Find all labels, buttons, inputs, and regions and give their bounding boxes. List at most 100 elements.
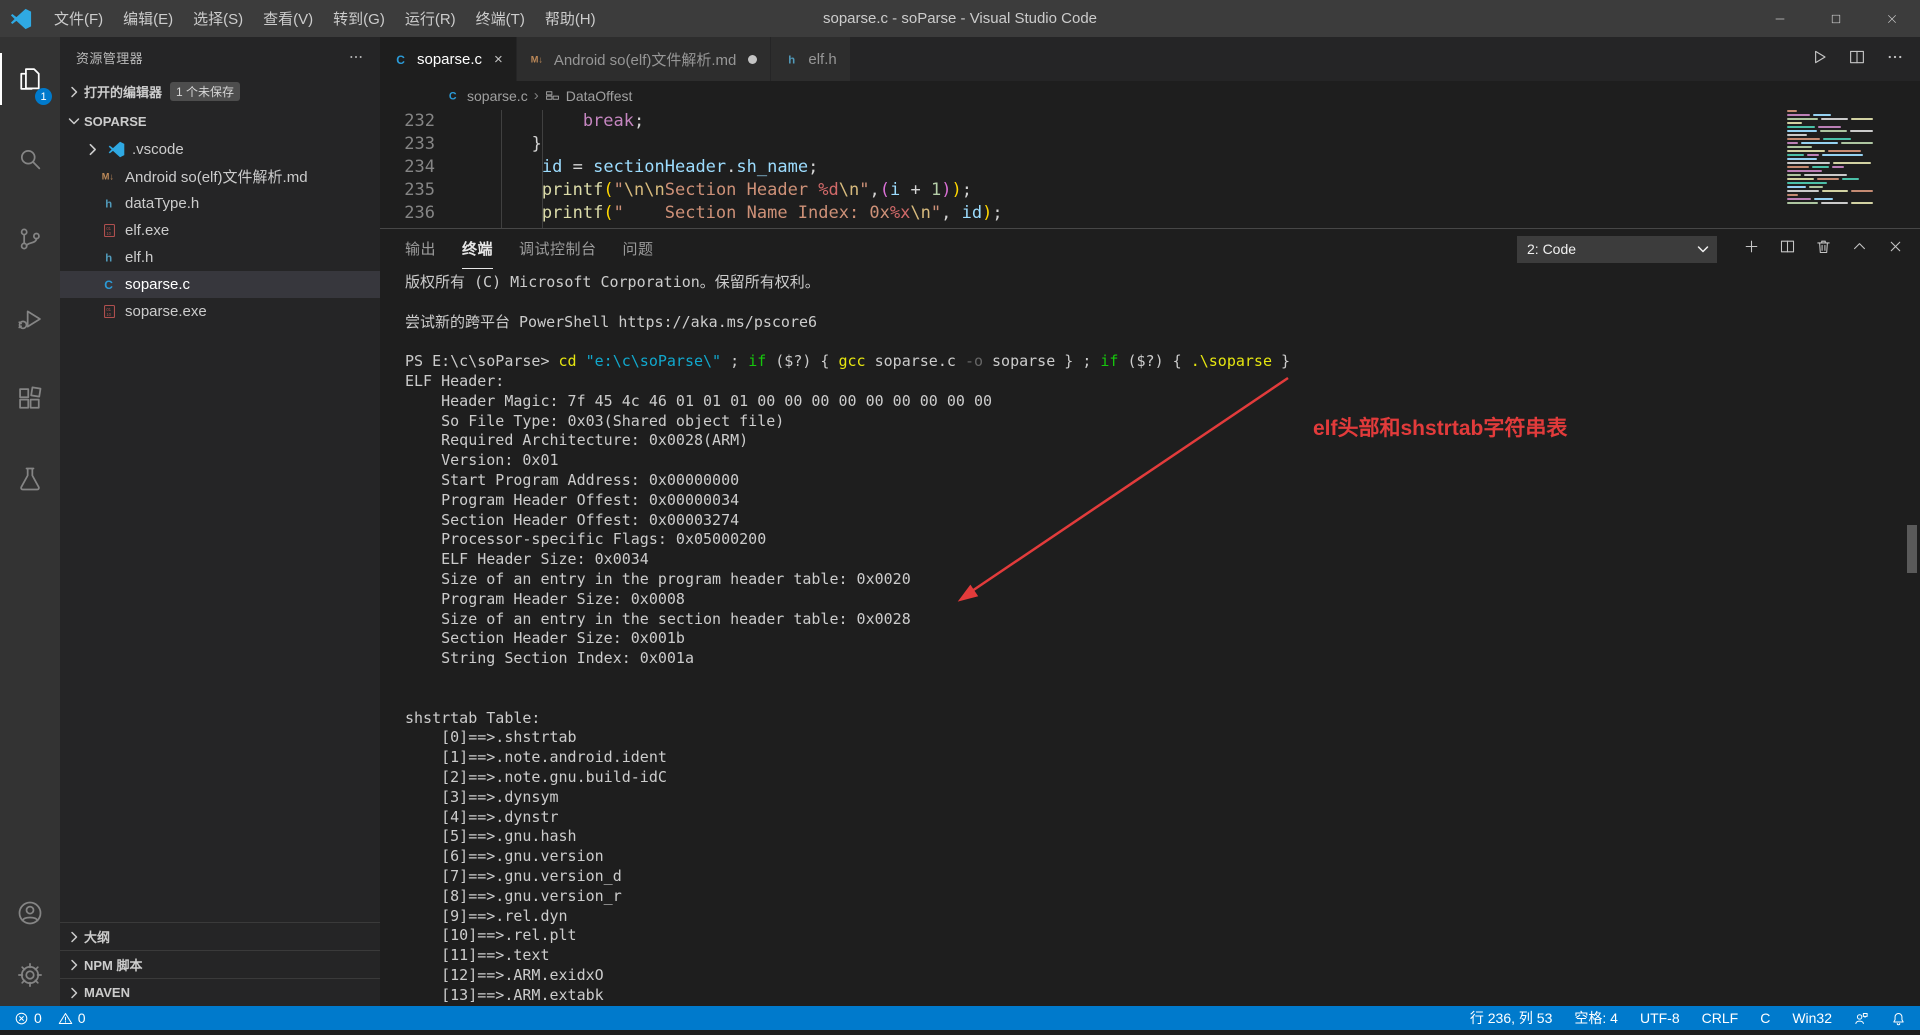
terminal-line: [4]==>.dynstr — [405, 807, 559, 826]
minimap-bar — [1787, 150, 1825, 152]
activity-badge: 1 — [35, 88, 52, 105]
close-button[interactable] — [1864, 0, 1920, 37]
menu-item[interactable]: 查看(V) — [253, 0, 323, 37]
tab[interactable]: Csoparse.c × — [380, 37, 517, 81]
status-item[interactable]: C — [1760, 1010, 1770, 1026]
warning-status[interactable]: 0 — [58, 1010, 86, 1026]
code-line: 236 printf(" Section Name Index: 0x%x\n"… — [380, 202, 1920, 225]
activity-extensions[interactable] — [0, 359, 60, 439]
tab-label: elf.h — [808, 50, 837, 68]
close-icon[interactable]: × — [494, 52, 503, 67]
status-text: UTF-8 — [1639, 1010, 1680, 1026]
close-panel-icon — [1887, 238, 1904, 255]
tab[interactable]: h elf.h — [771, 37, 851, 81]
feedback-status[interactable] — [1854, 1011, 1869, 1026]
chevron-right-icon — [66, 957, 82, 973]
maximize-icon — [1829, 12, 1843, 26]
svg-text:h: h — [105, 252, 112, 264]
more-actions-icon — [1886, 48, 1904, 66]
more-actions-icon[interactable] — [348, 49, 364, 65]
minimap-bar — [1787, 194, 1798, 196]
status-text: Win32 — [1792, 1010, 1832, 1026]
svg-text:01: 01 — [106, 307, 111, 312]
bell-icon — [1891, 1011, 1906, 1026]
activity-files[interactable]: 1 — [0, 39, 60, 119]
maximize-button[interactable] — [1808, 0, 1864, 37]
panel-tab-调试控制台[interactable]: 调试控制台 — [519, 229, 597, 269]
activity-settings-gear[interactable] — [0, 944, 60, 1006]
minimap-line — [1787, 158, 1873, 160]
open-editors-section[interactable]: 打开的编辑器 1 个未保存 — [60, 77, 380, 106]
menu-item[interactable]: 转到(G) — [323, 0, 395, 37]
error-status[interactable]: 0 — [14, 1010, 42, 1026]
split-editor-button[interactable] — [1848, 48, 1866, 71]
activity-source-control[interactable] — [0, 199, 60, 279]
split-terminal-button[interactable] — [1779, 238, 1796, 260]
menu-item[interactable]: 运行(R) — [395, 0, 466, 37]
status-item[interactable]: 空格: 4 — [1574, 1008, 1618, 1028]
file-row[interactable]: 01 10 elf.exe — [60, 217, 380, 244]
menu-item[interactable]: 帮助(H) — [535, 0, 606, 37]
minimap-bar — [1787, 154, 1804, 156]
file-row[interactable]: .vscode — [60, 136, 380, 163]
status-item[interactable]: UTF-8 — [1640, 1010, 1680, 1026]
close-panel-button[interactable] — [1887, 238, 1904, 260]
breadcrumb-symbol[interactable]: DataOffest — [566, 88, 633, 104]
minimap-line — [1787, 130, 1874, 132]
panel-tab-输出[interactable]: 输出 — [405, 229, 436, 269]
status-item[interactable]: Win32 — [1792, 1010, 1832, 1026]
minimize-button[interactable] — [1752, 0, 1808, 37]
panel-tab-终端[interactable]: 终端 — [462, 229, 494, 269]
panel-tabs: 输出 终端 调试控制台 问题 — [405, 229, 680, 269]
minimap-bar — [1813, 114, 1831, 116]
activity-test-beaker[interactable] — [0, 439, 60, 519]
file-row[interactable]: M↓ Android so(elf)文件解析.md — [60, 163, 380, 190]
menu-item[interactable]: 编辑(E) — [113, 0, 183, 37]
terminal-picker-dropdown[interactable]: 2: Code — [1517, 235, 1717, 263]
activity-account[interactable] — [0, 882, 60, 944]
sidebar-section[interactable]: NPM 脚本 — [60, 950, 380, 978]
activity-run-debug[interactable] — [0, 279, 60, 359]
sidebar-section[interactable]: MAVEN — [60, 978, 380, 1006]
line-number: 232 — [404, 111, 435, 131]
menu-item[interactable]: 文件(F) — [44, 0, 113, 37]
file-row[interactable]: h elf.h — [60, 244, 380, 271]
terminal-output[interactable]: 版权所有 (C) Microsoft Corporation。保留所有权利。 尝试… — [380, 269, 1920, 1006]
scrollbar-thumb[interactable] — [1907, 525, 1917, 573]
minimap-bar — [1787, 146, 1812, 148]
kill-terminal-button[interactable] — [1815, 238, 1832, 260]
new-terminal-button[interactable] — [1743, 238, 1760, 260]
run-button[interactable] — [1810, 48, 1828, 71]
minimap-line — [1787, 118, 1873, 120]
tab[interactable]: M↓ Android so(elf)文件解析.md — [516, 37, 772, 81]
menu-item[interactable]: 选择(S) — [183, 0, 253, 37]
minimap[interactable] — [1787, 110, 1874, 228]
status-left: 00 — [14, 1010, 102, 1026]
minimap-line — [1787, 126, 1873, 128]
project-section[interactable]: SOPARSE — [60, 106, 380, 136]
terminal-line: Section Header Size: 0x001b — [405, 629, 685, 648]
more-actions-button[interactable] — [1886, 48, 1904, 71]
account-icon — [16, 899, 44, 927]
bell-status[interactable] — [1891, 1011, 1906, 1026]
terminal-line: String Section Index: 0x001a — [405, 649, 694, 668]
status-item[interactable]: CRLF — [1702, 1010, 1739, 1026]
sidebar-section[interactable]: 大纲 — [60, 922, 380, 950]
file-row[interactable]: 01 10 soparse.exe — [60, 298, 380, 325]
file-row[interactable]: h dataType.h — [60, 190, 380, 217]
tabs: Csoparse.c × M↓ Android so(elf)文件解析.md h elf.… — [380, 37, 851, 81]
breadcrumb[interactable]: C soparse.c › DataOffest — [380, 81, 1920, 110]
file-row[interactable]: Csoparse.c — [60, 271, 380, 298]
status-item[interactable]: 行 236, 列 53 — [1470, 1008, 1553, 1028]
code-editor[interactable]: 232 break; 233 } 234 id = sectionHeader.sh… — [380, 110, 1920, 228]
code-text: id = sectionHeader.sh_name; — [541, 157, 819, 177]
activity-search[interactable] — [0, 119, 60, 199]
minimap-bar — [1787, 134, 1807, 136]
breadcrumb-file[interactable]: soparse.c — [467, 88, 528, 104]
maximize-panel-button[interactable] — [1851, 238, 1868, 260]
file-name: .vscode — [132, 141, 184, 158]
menu-item[interactable]: 终端(T) — [466, 0, 535, 37]
dirty-dot-icon[interactable] — [748, 54, 758, 64]
panel-tab-问题[interactable]: 问题 — [623, 229, 654, 269]
